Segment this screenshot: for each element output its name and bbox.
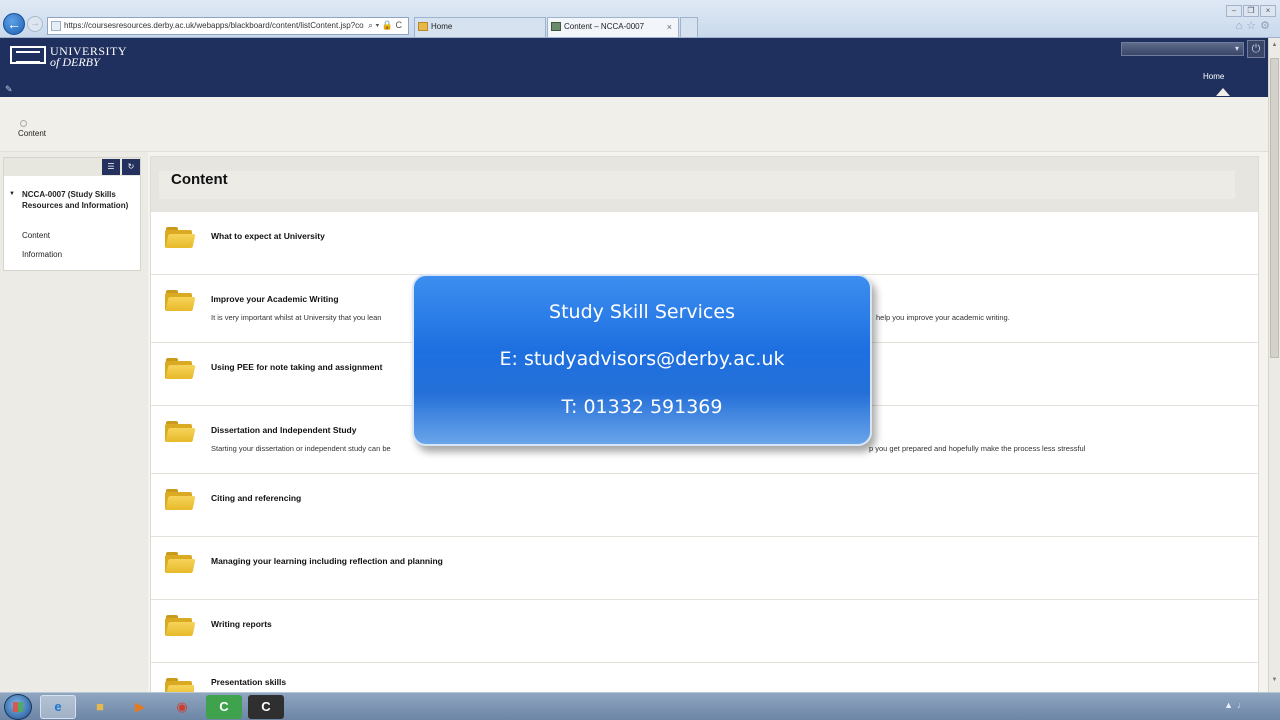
item-title-link[interactable]: What to expect at University <box>211 231 325 241</box>
menu-folder-view-icon[interactable]: ☰ <box>102 159 120 175</box>
item-description-tail: p you get prepared and hopefully make th… <box>869 444 1086 453</box>
breadcrumb-label[interactable]: Content <box>18 129 46 138</box>
item-title-link[interactable]: Presentation skills <box>211 677 286 687</box>
course-menu-header: ☰ ↻ <box>4 158 140 176</box>
camtasia-icon[interactable]: C <box>206 695 242 719</box>
browser-nav-icons[interactable]: ⌂☆⚙ <box>1236 19 1274 32</box>
explorer-icon[interactable]: ■ <box>82 695 118 719</box>
page-scrollbar[interactable]: ▲ ▼ <box>1268 38 1280 692</box>
chrome-icon[interactable]: ◉ <box>164 695 200 719</box>
address-tools[interactable]: ⌕ ▾ 🔒 C <box>368 17 402 33</box>
tab-label: Content – NCCA-0007 <box>564 22 645 31</box>
logo-mark-icon <box>10 46 46 64</box>
page-title: Content <box>171 171 228 188</box>
new-tab-button[interactable] <box>680 17 698 37</box>
start-icon[interactable] <box>4 694 32 720</box>
folder-icon[interactable] <box>165 421 196 442</box>
ie-icon[interactable]: e <box>40 695 76 719</box>
overlay-email: E: studyadvisors@derby.ac.uk <box>499 348 785 370</box>
minimize-icon[interactable]: – <box>1226 5 1242 17</box>
tab-label: Home <box>431 22 453 31</box>
user-menu[interactable]: ▾ <box>1121 42 1244 56</box>
content-item: Managing your learning including reflect… <box>151 537 1258 600</box>
blackboard-favicon-icon <box>551 22 561 31</box>
folder-icon[interactable] <box>165 227 196 248</box>
item-title-link[interactable]: Managing your learning including reflect… <box>211 556 443 566</box>
scroll-thumb[interactable] <box>1270 58 1279 358</box>
breadcrumb-icon <box>20 120 27 127</box>
item-description: Starting your dissertation or independen… <box>211 444 391 453</box>
course-menu-information-link[interactable]: Information <box>22 250 62 259</box>
folder-icon[interactable] <box>165 489 196 510</box>
item-title-link[interactable]: Writing reports <box>211 619 272 629</box>
item-title-link[interactable]: Dissertation and Independent Study <box>211 425 356 435</box>
item-description-tail: help you improve your academic writing. <box>876 313 1010 322</box>
tab-content[interactable]: Content – NCCA-0007 × <box>547 17 679 37</box>
item-title-link[interactable]: Citing and referencing <box>211 493 301 503</box>
folder-favicon-icon <box>418 22 428 31</box>
content-item: What to expect at University <box>151 212 1258 275</box>
content-item: Citing and referencing <box>151 474 1258 537</box>
scroll-up-icon[interactable]: ▲ <box>1270 41 1279 50</box>
course-title[interactable]: NCCA-0007 (Study Skills Resources and In… <box>22 189 134 211</box>
window-controls: – ❐ × <box>1225 0 1276 18</box>
item-description: It is very important whilst at Universit… <box>211 313 382 322</box>
power-icon[interactable]: ⏻ <box>1247 40 1265 58</box>
content-header: Content <box>151 157 1258 212</box>
home-tab[interactable]: Home <box>1203 72 1224 81</box>
forward-icon[interactable]: → <box>27 16 43 32</box>
site-header: UNIVERSITY of DERBY ▾ ⏻ Home ✎ <box>0 38 1268 97</box>
collapse-caret-icon[interactable]: ▼ <box>9 191 15 197</box>
browser-toolbar: ← → https://coursesresources.derby.ac.uk… <box>0 0 1280 38</box>
page-favicon-icon <box>51 21 61 31</box>
address-url: https://coursesresources.derby.ac.uk/web… <box>64 21 364 30</box>
folder-icon[interactable] <box>165 358 196 379</box>
back-icon[interactable]: ← <box>3 13 25 35</box>
folder-icon[interactable] <box>165 678 194 693</box>
scroll-down-icon[interactable]: ▼ <box>1270 676 1279 685</box>
camtasia-recorder-icon[interactable]: C <box>248 695 284 719</box>
logo-text-line2: of DERBY <box>50 55 100 69</box>
taskbar: e ■ ▶ ◉ C C ▲♩ <box>0 692 1280 720</box>
item-title-link[interactable]: Improve your Academic Writing <box>211 294 339 304</box>
course-menu-content-link[interactable]: Content <box>22 231 50 240</box>
folder-icon[interactable] <box>165 552 196 573</box>
restore-icon[interactable]: ❐ <box>1243 5 1259 17</box>
edit-pencil-icon[interactable]: ✎ <box>5 84 13 95</box>
course-menu: ☰ ↻ ▼ NCCA-0007 (Study Skills Resources … <box>3 157 141 271</box>
content-item: Writing reports <box>151 600 1258 663</box>
item-title-link[interactable]: Using PEE for note taking and assignment <box>211 362 382 372</box>
folder-icon[interactable] <box>165 290 196 311</box>
close-tab-icon[interactable]: × <box>667 18 672 36</box>
content-item: Presentation skills <box>151 663 1258 693</box>
address-bar[interactable]: https://coursesresources.derby.ac.uk/web… <box>47 17 409 35</box>
media-player-icon[interactable]: ▶ <box>122 695 158 719</box>
breadcrumb: Content <box>0 97 1268 152</box>
overlay-heading: Study Skill Services <box>549 301 735 323</box>
tab-home[interactable]: Home <box>414 17 546 37</box>
overlay-phone: T: 01332 591369 <box>561 396 723 418</box>
refresh-icon[interactable]: ↻ <box>122 159 140 175</box>
active-tab-caret <box>1216 88 1230 96</box>
study-skills-overlay: Study Skill Services E: studyadvisors@de… <box>412 274 872 446</box>
folder-icon[interactable] <box>165 615 196 636</box>
content-header-bar <box>159 171 1235 199</box>
system-tray[interactable]: ▲♩ <box>1224 700 1250 710</box>
course-menu-column: ☰ ↻ ▼ NCCA-0007 (Study Skills Resources … <box>0 152 148 692</box>
close-window-icon[interactable]: × <box>1260 5 1276 17</box>
